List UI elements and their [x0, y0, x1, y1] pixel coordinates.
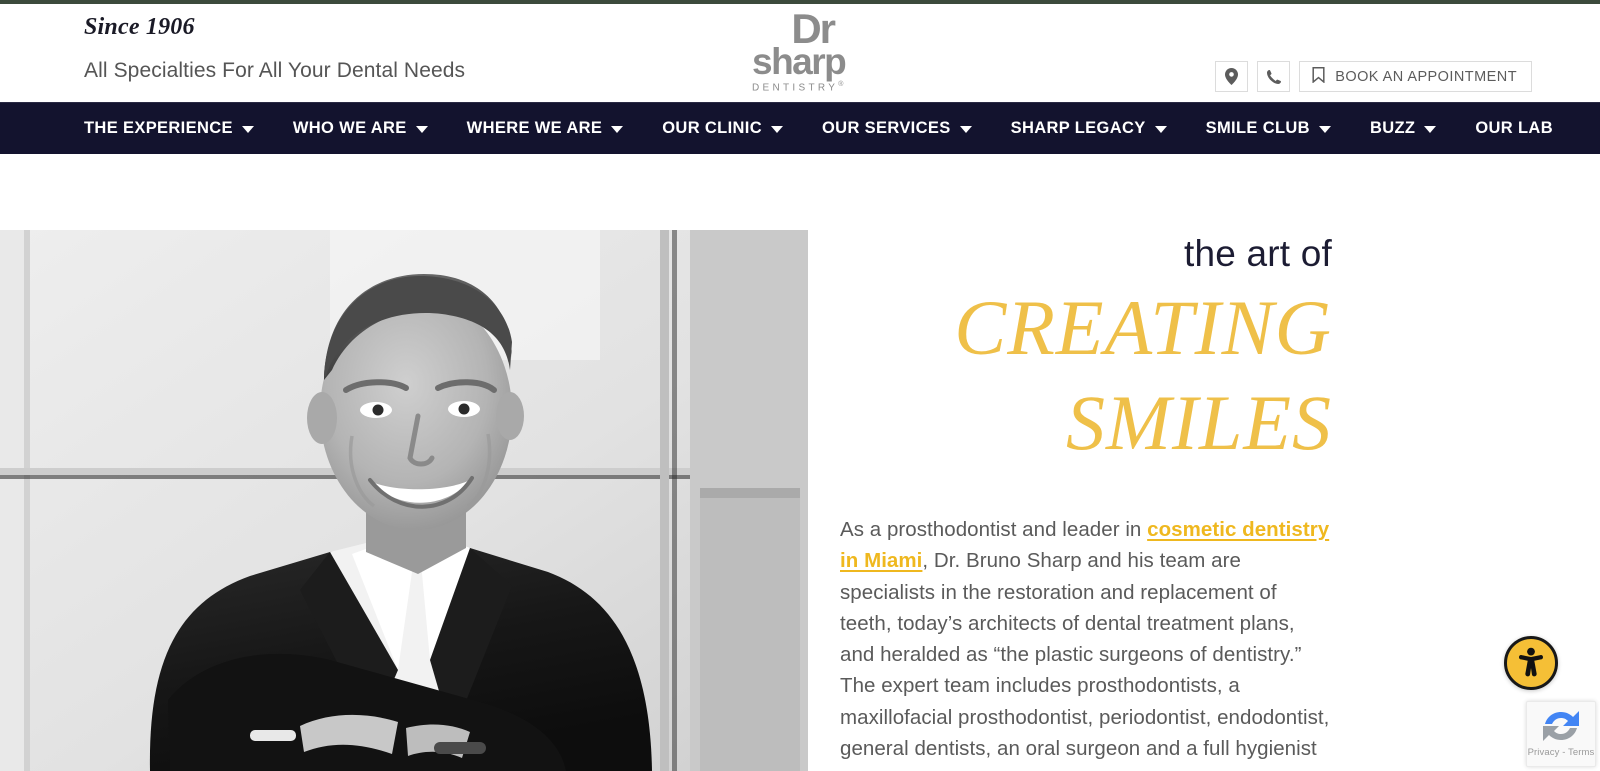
nav-label: SMILE CLUB — [1205, 119, 1310, 137]
header-actions: BOOK AN APPOINTMENT — [1215, 61, 1532, 92]
specialties-tagline: All Specialties For All Your Dental Need… — [84, 59, 466, 82]
nav-item-the-experience[interactable]: THE EXPERIENCE — [84, 103, 254, 155]
chevron-down-icon — [241, 126, 254, 133]
phone-button[interactable] — [1257, 61, 1291, 92]
chevron-down-icon — [771, 126, 783, 133]
hero-headline-line1: CREATING — [954, 284, 1332, 371]
nav-label: OUR CLINIC — [662, 119, 762, 137]
site-header: Since 1906 All Specialties For All Your … — [0, 4, 1600, 102]
accessibility-person-icon — [1514, 645, 1548, 682]
chevron-down-icon — [959, 126, 972, 133]
logo-dentistry-word: DENTISTRY — [752, 82, 839, 94]
location-button[interactable] — [1215, 61, 1249, 92]
nav-item-our-services[interactable]: OUR SERVICES — [822, 103, 972, 155]
main-navigation: THE EXPERIENCE WHO WE ARE WHERE WE ARE O… — [0, 102, 1600, 154]
phone-icon — [1266, 69, 1282, 85]
hero-headline-line2: SMILES — [1066, 379, 1332, 466]
since-label: Since 1906 — [84, 14, 195, 40]
nav-item-buzz[interactable]: BUZZ — [1369, 103, 1437, 155]
nav-item-sharp-legacy[interactable]: SHARP LEGACY — [1011, 103, 1167, 155]
recaptcha-icon — [1541, 709, 1581, 743]
nav-item-our-clinic[interactable]: OUR CLINIC — [662, 103, 783, 155]
chevron-down-icon — [611, 126, 624, 133]
nav-label: OUR LAB — [1475, 119, 1553, 137]
chevron-down-icon — [1154, 126, 1167, 133]
nav-item-who-we-are[interactable]: WHO WE ARE — [293, 103, 428, 155]
paragraph-after-link: , Dr. Bruno Sharp and his team are speci… — [840, 549, 1330, 771]
nav-label: WHO WE ARE — [292, 119, 407, 137]
header-tagline-block: Since 1906 All Specialties For All Your … — [84, 10, 465, 86]
nav-item-smile-club[interactable]: SMILE CLUB — [1206, 103, 1331, 155]
recaptcha-privacy-terms[interactable]: Privacy - Terms — [1528, 747, 1595, 758]
paragraph-before-link: As a prosthodontist and leader in — [840, 518, 1148, 541]
site-logo[interactable]: Dr sharp DENTISTRY® — [752, 8, 847, 96]
hero-section: the art of CREATING SMILES As a prosthod… — [0, 154, 1600, 771]
accessibility-widget-button[interactable] — [1504, 636, 1558, 690]
chevron-down-icon — [1424, 126, 1437, 133]
hero-copy: the art of CREATING SMILES As a prosthod… — [840, 230, 1332, 771]
nav-item-where-we-are[interactable]: WHERE WE ARE — [467, 103, 624, 155]
recaptcha-badge[interactable]: Privacy - Terms — [1526, 701, 1596, 767]
nav-label: WHERE WE ARE — [466, 119, 603, 137]
hero-eyebrow: the art of — [1183, 233, 1332, 274]
nav-label: OUR SERVICES — [822, 119, 951, 137]
book-appointment-label: BOOK AN APPOINTMENT — [1335, 68, 1517, 85]
logo-dentistry-text: DENTISTRY® — [752, 78, 843, 94]
book-appointment-button[interactable]: BOOK AN APPOINTMENT — [1299, 61, 1532, 92]
bookmark-icon — [1312, 67, 1325, 86]
chevron-down-icon — [415, 126, 428, 133]
hero-headline: CREATING SMILES — [840, 280, 1332, 470]
nav-label: BUZZ — [1369, 119, 1416, 137]
portrait-illustration — [0, 230, 808, 771]
nav-item-our-lab[interactable]: OUR LAB — [1475, 103, 1553, 155]
logo-registered-mark: ® — [838, 81, 844, 88]
nav-label: SHARP LEGACY — [1010, 119, 1146, 137]
map-pin-icon — [1225, 68, 1239, 85]
hero-portrait-photo — [0, 230, 808, 771]
hero-paragraph: As a prosthodontist and leader in cosmet… — [840, 514, 1332, 771]
nav-label: THE EXPERIENCE — [84, 119, 233, 137]
chevron-down-icon — [1318, 126, 1331, 133]
logo-sharp-text: sharp — [752, 41, 847, 82]
